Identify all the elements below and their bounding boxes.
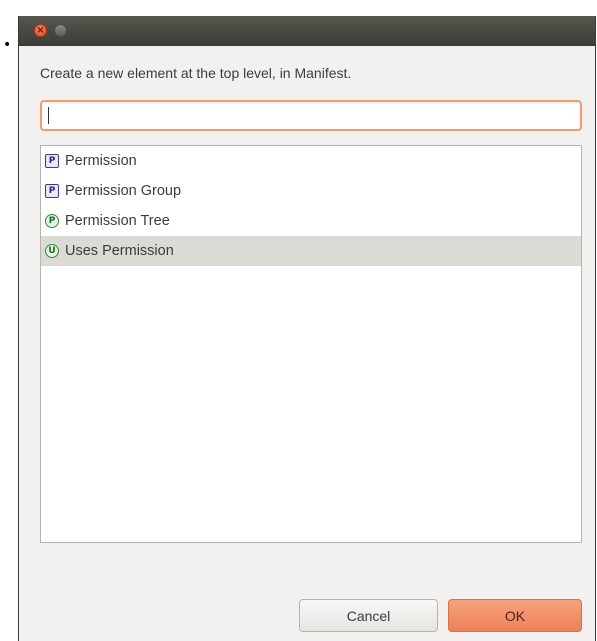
permission-tree-p-icon: P (45, 214, 59, 228)
list-item-label: Permission Tree (65, 213, 170, 229)
permission-p-icon: P (45, 184, 59, 198)
list-item-permission-tree[interactable]: P Permission Tree (41, 206, 581, 236)
ok-button[interactable]: OK (448, 599, 582, 632)
uses-permission-u-icon: U (45, 244, 59, 258)
title-bar: × (19, 16, 595, 46)
element-filter-input[interactable] (40, 100, 582, 131)
permission-p-icon: P (45, 154, 59, 168)
list-item-label: Permission Group (65, 183, 182, 199)
list-item-permission-group[interactable]: P Permission Group (41, 176, 581, 206)
cancel-button[interactable]: Cancel (299, 599, 438, 632)
list-item-permission[interactable]: P Permission (41, 146, 581, 176)
list-item-label: Uses Permission (65, 243, 174, 259)
minimize-icon[interactable] (54, 24, 67, 37)
new-element-dialog: × Create a new element at the top level,… (18, 16, 596, 641)
element-list[interactable]: P Permission P Permission Group P Permis… (40, 145, 582, 543)
bullet-marker: • (3, 37, 12, 53)
list-item-label: Permission (65, 153, 137, 169)
dialog-prompt: Create a new element at the top level, i… (40, 65, 352, 81)
close-icon[interactable]: × (34, 24, 47, 37)
text-caret (48, 107, 49, 124)
list-item-uses-permission[interactable]: U Uses Permission (41, 236, 581, 266)
